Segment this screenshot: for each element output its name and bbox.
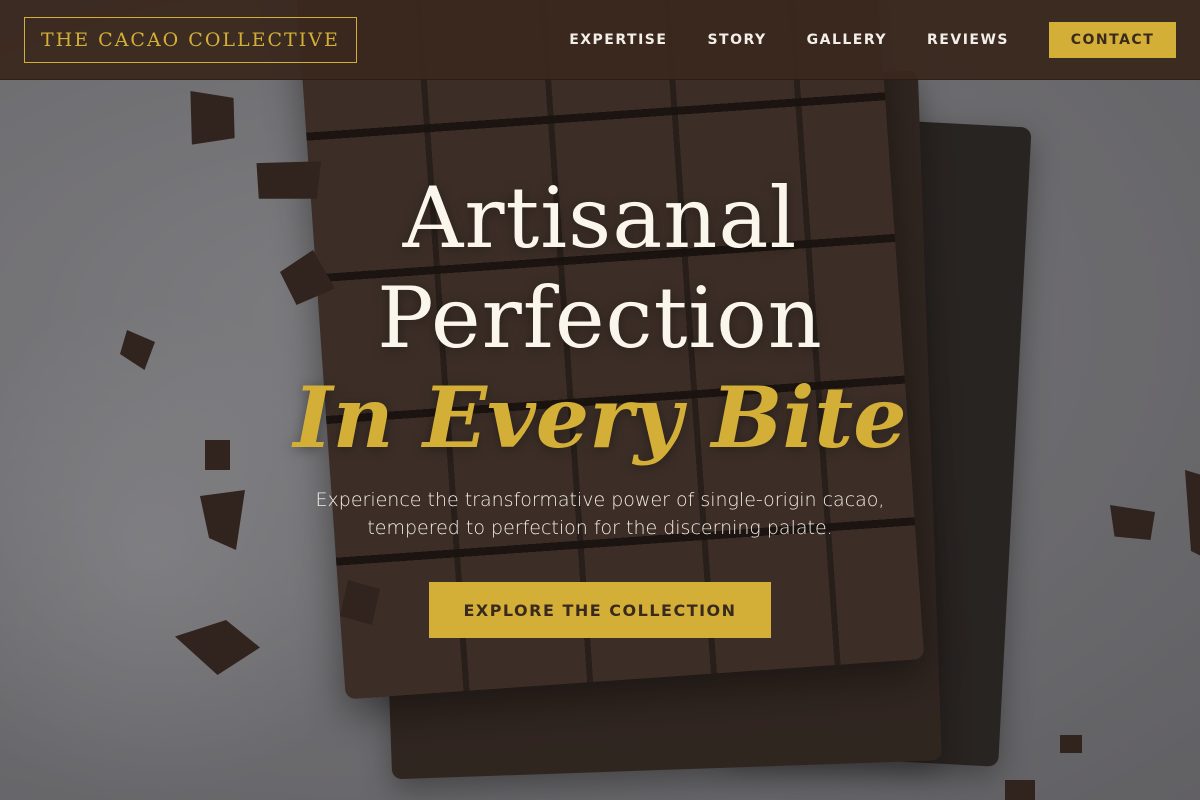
hero-title-line-2: Perfection: [377, 269, 823, 367]
hero-title-accent: In Every Bite: [293, 368, 907, 467]
main-nav: EXPERTISE STORY GALLERY REVIEWS CONTACT: [569, 21, 1176, 58]
nav-link-expertise[interactable]: EXPERTISE: [569, 32, 667, 48]
hero-tagline-line-2: tempered to perfection for the discernin…: [367, 517, 833, 539]
brand-logo[interactable]: THE CACAO COLLECTIVE: [24, 16, 357, 63]
nav-link-reviews[interactable]: REVIEWS: [927, 32, 1009, 48]
hero-title-line-1: Artisanal: [402, 169, 798, 267]
hero-tagline: Experience the transformative power of s…: [0, 486, 1200, 542]
contact-button[interactable]: CONTACT: [1049, 21, 1176, 58]
nav-link-story[interactable]: STORY: [707, 32, 766, 48]
explore-collection-button[interactable]: EXPLORE THE COLLECTION: [429, 582, 771, 638]
site-header: THE CACAO COLLECTIVE EXPERTISE STORY GAL…: [0, 0, 1200, 80]
hero-tagline-line-1: Experience the transformative power of s…: [315, 489, 885, 511]
nav-link-gallery[interactable]: GALLERY: [807, 32, 887, 48]
hero-content: Artisanal Perfection In Every Bite Exper…: [0, 168, 1200, 638]
hero-title: Artisanal Perfection In Every Bite: [0, 168, 1200, 468]
